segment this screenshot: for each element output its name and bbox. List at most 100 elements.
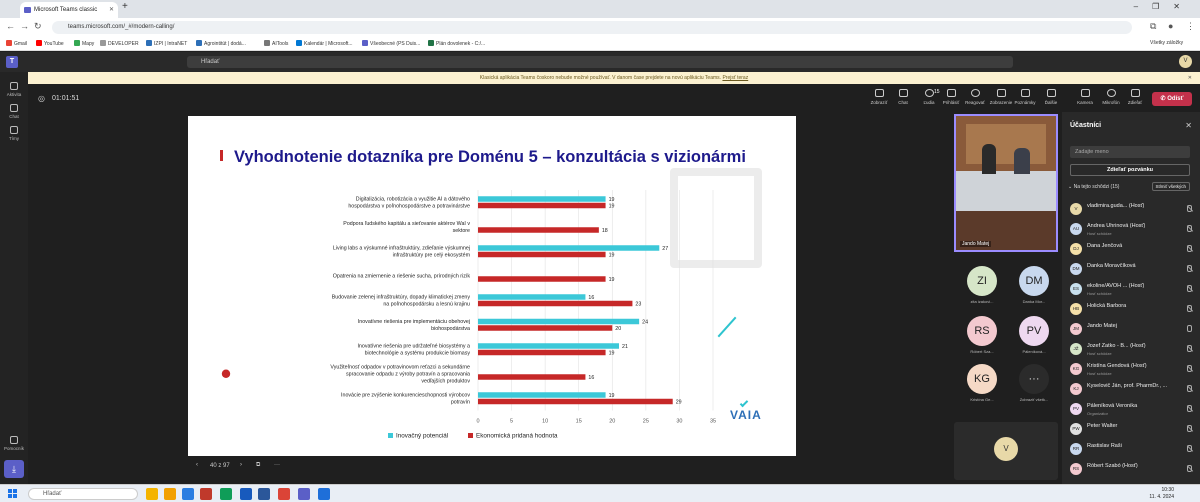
participant-row[interactable]: Vvladimira.guda... (Hosť): [1070, 200, 1192, 220]
mic-button[interactable]: Mikrofón: [1098, 89, 1124, 105]
data-label: 19: [609, 203, 615, 209]
app-icon[interactable]: [182, 488, 194, 500]
gallery-tile[interactable]: RS Róbert Sza...: [958, 316, 1006, 364]
rail-chat[interactable]: Chat: [0, 104, 28, 119]
participant-row[interactable]: KJ Kyselovič Ján, prof. PharmDr., ...: [1070, 380, 1192, 400]
meeting-info-icon[interactable]: ◎: [38, 94, 45, 103]
view-button[interactable]: Zobraziť: [866, 89, 892, 105]
share-invite-button[interactable]: Zdieľať pozvánku: [1070, 164, 1190, 176]
participant-row[interactable]: RS Róbert Szabó (Hosť): [1070, 460, 1192, 480]
teams-search-input[interactable]: Hľadať: [187, 56, 1013, 68]
more-button[interactable]: Ďalšie: [1038, 89, 1064, 105]
gallery-tile[interactable]: PV Páleníková...: [1010, 316, 1058, 364]
self-video-tile[interactable]: V: [954, 422, 1058, 480]
address-bar[interactable]: teams.microsoft.com/_#/modern-calling/: [52, 21, 1132, 34]
rooms-button[interactable]: Zobrazenie: [988, 89, 1014, 105]
mic-off-icon: [1187, 445, 1192, 452]
participant-row[interactable]: JŽ Jozef Žatko - B... (Hosť) Hosť schôdze: [1070, 340, 1192, 360]
camera-button[interactable]: Kamera: [1072, 89, 1098, 105]
close-banner-icon[interactable]: ✕: [1188, 72, 1192, 84]
window-controls[interactable]: –❐✕: [1134, 2, 1194, 11]
bookmark-dovolenky[interactable]: Plán dovolenek - C:/...: [428, 40, 485, 47]
menu-icon[interactable]: ⋮: [1186, 21, 1195, 32]
bookmark-aitools[interactable]: AITools: [264, 40, 288, 47]
bookmark-vseobecne[interactable]: Všeobecné (PS Duis...: [362, 40, 420, 47]
tab-title: Microsoft Teams classic: [34, 7, 98, 13]
app-icon[interactable]: [200, 488, 212, 500]
system-clock[interactable]: 10:30 11. 4. 2024: [1149, 487, 1174, 501]
reload-icon[interactable]: ↻: [34, 21, 42, 32]
rail-activity[interactable]: Aktivita: [0, 82, 28, 97]
user-avatar[interactable]: V: [1179, 55, 1192, 68]
participant-row[interactable]: RR Rastislav Raši: [1070, 440, 1192, 460]
new-tab-icon[interactable]: +: [122, 1, 128, 12]
bookmark-youtube[interactable]: YouTube: [36, 40, 64, 47]
participant-row[interactable]: HB Holická Barbora: [1070, 300, 1192, 320]
bookmark-agrointitut[interactable]: Agrointitút | dodá...: [196, 40, 246, 47]
participant-row[interactable]: ES ekoline/AVOH ... (Hosť) Hosť schôdze: [1070, 280, 1192, 300]
taskbar-search-input[interactable]: Hľadať: [28, 488, 138, 500]
gallery-tile[interactable]: KG Kristína Ge...: [958, 364, 1006, 412]
react-button[interactable]: Reagovať: [962, 89, 988, 105]
mic-off-icon: [1187, 285, 1192, 292]
section-header[interactable]: ⌄ Na tejto schôdzi (15): [1068, 184, 1119, 190]
next-slide-icon[interactable]: ›: [240, 462, 242, 468]
browser-tab[interactable]: Microsoft Teams classic ✕: [20, 2, 118, 18]
participant-row[interactable]: DJ Dana Jenčová: [1070, 240, 1192, 260]
bookmark-developer[interactable]: DEVELOPER: [100, 40, 139, 47]
forward-icon[interactable]: →: [20, 21, 29, 31]
file-explorer-icon[interactable]: [146, 488, 158, 500]
download-icon[interactable]: ⤓: [4, 460, 24, 478]
speaker-video-tile[interactable]: Jando Matej: [954, 114, 1058, 252]
folder-icon[interactable]: [164, 488, 176, 500]
app-icon[interactable]: [318, 488, 330, 500]
word-icon[interactable]: [258, 488, 270, 500]
gallery-tile[interactable]: ZI zita izakovi...: [958, 266, 1006, 314]
chrome-icon[interactable]: [278, 488, 290, 500]
bookmark-gmail[interactable]: Gmail: [6, 40, 27, 47]
teams-favicon-icon: [24, 7, 31, 13]
teams-taskbar-icon[interactable]: [298, 488, 310, 500]
bookmark-maps[interactable]: Mapy: [74, 40, 94, 47]
windows-start-icon[interactable]: [8, 489, 18, 499]
mute-all-button[interactable]: Stlmiť všetkých: [1151, 182, 1190, 191]
self-avatar: V: [994, 437, 1018, 461]
extensions-icon[interactable]: ⧉: [1150, 21, 1156, 32]
participant-row[interactable]: JM Jando Matej: [1070, 320, 1192, 340]
raise-hand-button[interactable]: Prihlásiť: [938, 89, 964, 105]
participant-row[interactable]: KG Kristína Gendová (Hosť) Hosť schôdze: [1070, 360, 1192, 380]
participant-row[interactable]: AU Andrea Uhrinová (Hosť) Hosť schôdze: [1070, 220, 1192, 240]
share-button[interactable]: Zdieľať: [1122, 89, 1148, 105]
bookmark-calendar[interactable]: Kalendár | Microsoft...: [296, 40, 353, 47]
participant-row[interactable]: PW Peter Walter: [1070, 420, 1192, 440]
close-tab-icon[interactable]: ✕: [109, 2, 114, 18]
edge-icon[interactable]: [220, 488, 232, 500]
participant-row[interactable]: DM Danka Moravčíková: [1070, 260, 1192, 280]
gallery-tile[interactable]: ··· Zobraziť všetk...: [1010, 364, 1058, 412]
rail-help[interactable]: Pomocník: [0, 436, 28, 451]
gallery-tile[interactable]: DM Danka Mor...: [1010, 266, 1058, 314]
share-icon: [1130, 89, 1140, 97]
notes-button[interactable]: Poznámky: [1012, 89, 1038, 105]
prev-slide-icon[interactable]: ‹: [196, 462, 198, 468]
back-icon[interactable]: ←: [6, 21, 15, 31]
close-panel-icon[interactable]: ✕: [1185, 121, 1192, 130]
x-tick-label: 10: [542, 419, 548, 425]
video-person: [1014, 148, 1030, 174]
all-bookmarks[interactable]: Všetky záložky: [1150, 40, 1183, 46]
rail-teams[interactable]: Tímy: [0, 126, 28, 141]
participant-name: Andrea Uhrinová (Hosť): [1087, 223, 1146, 229]
participant-name: Kyselovič Ján, prof. PharmDr., ...: [1087, 383, 1168, 389]
banner-link[interactable]: Prejsť teraz: [722, 75, 748, 81]
participant-search-input[interactable]: Zadajte meno: [1070, 146, 1190, 158]
profile-icon[interactable]: ●: [1168, 21, 1173, 31]
bookmark-intranet[interactable]: IZPI | IntraNET: [146, 40, 187, 47]
more-options-icon[interactable]: ···: [274, 462, 280, 468]
outlook-icon[interactable]: [240, 488, 252, 500]
participant-row[interactable]: PV Páleníková Veronika Organizátor: [1070, 400, 1192, 420]
x-tick-label: 15: [576, 419, 582, 425]
participant-avatar: AU: [1070, 223, 1082, 235]
chat-button[interactable]: Chat: [890, 89, 916, 105]
sync-icon[interactable]: ⧉: [256, 462, 260, 469]
leave-button[interactable]: ✆ Odísť: [1152, 92, 1192, 106]
